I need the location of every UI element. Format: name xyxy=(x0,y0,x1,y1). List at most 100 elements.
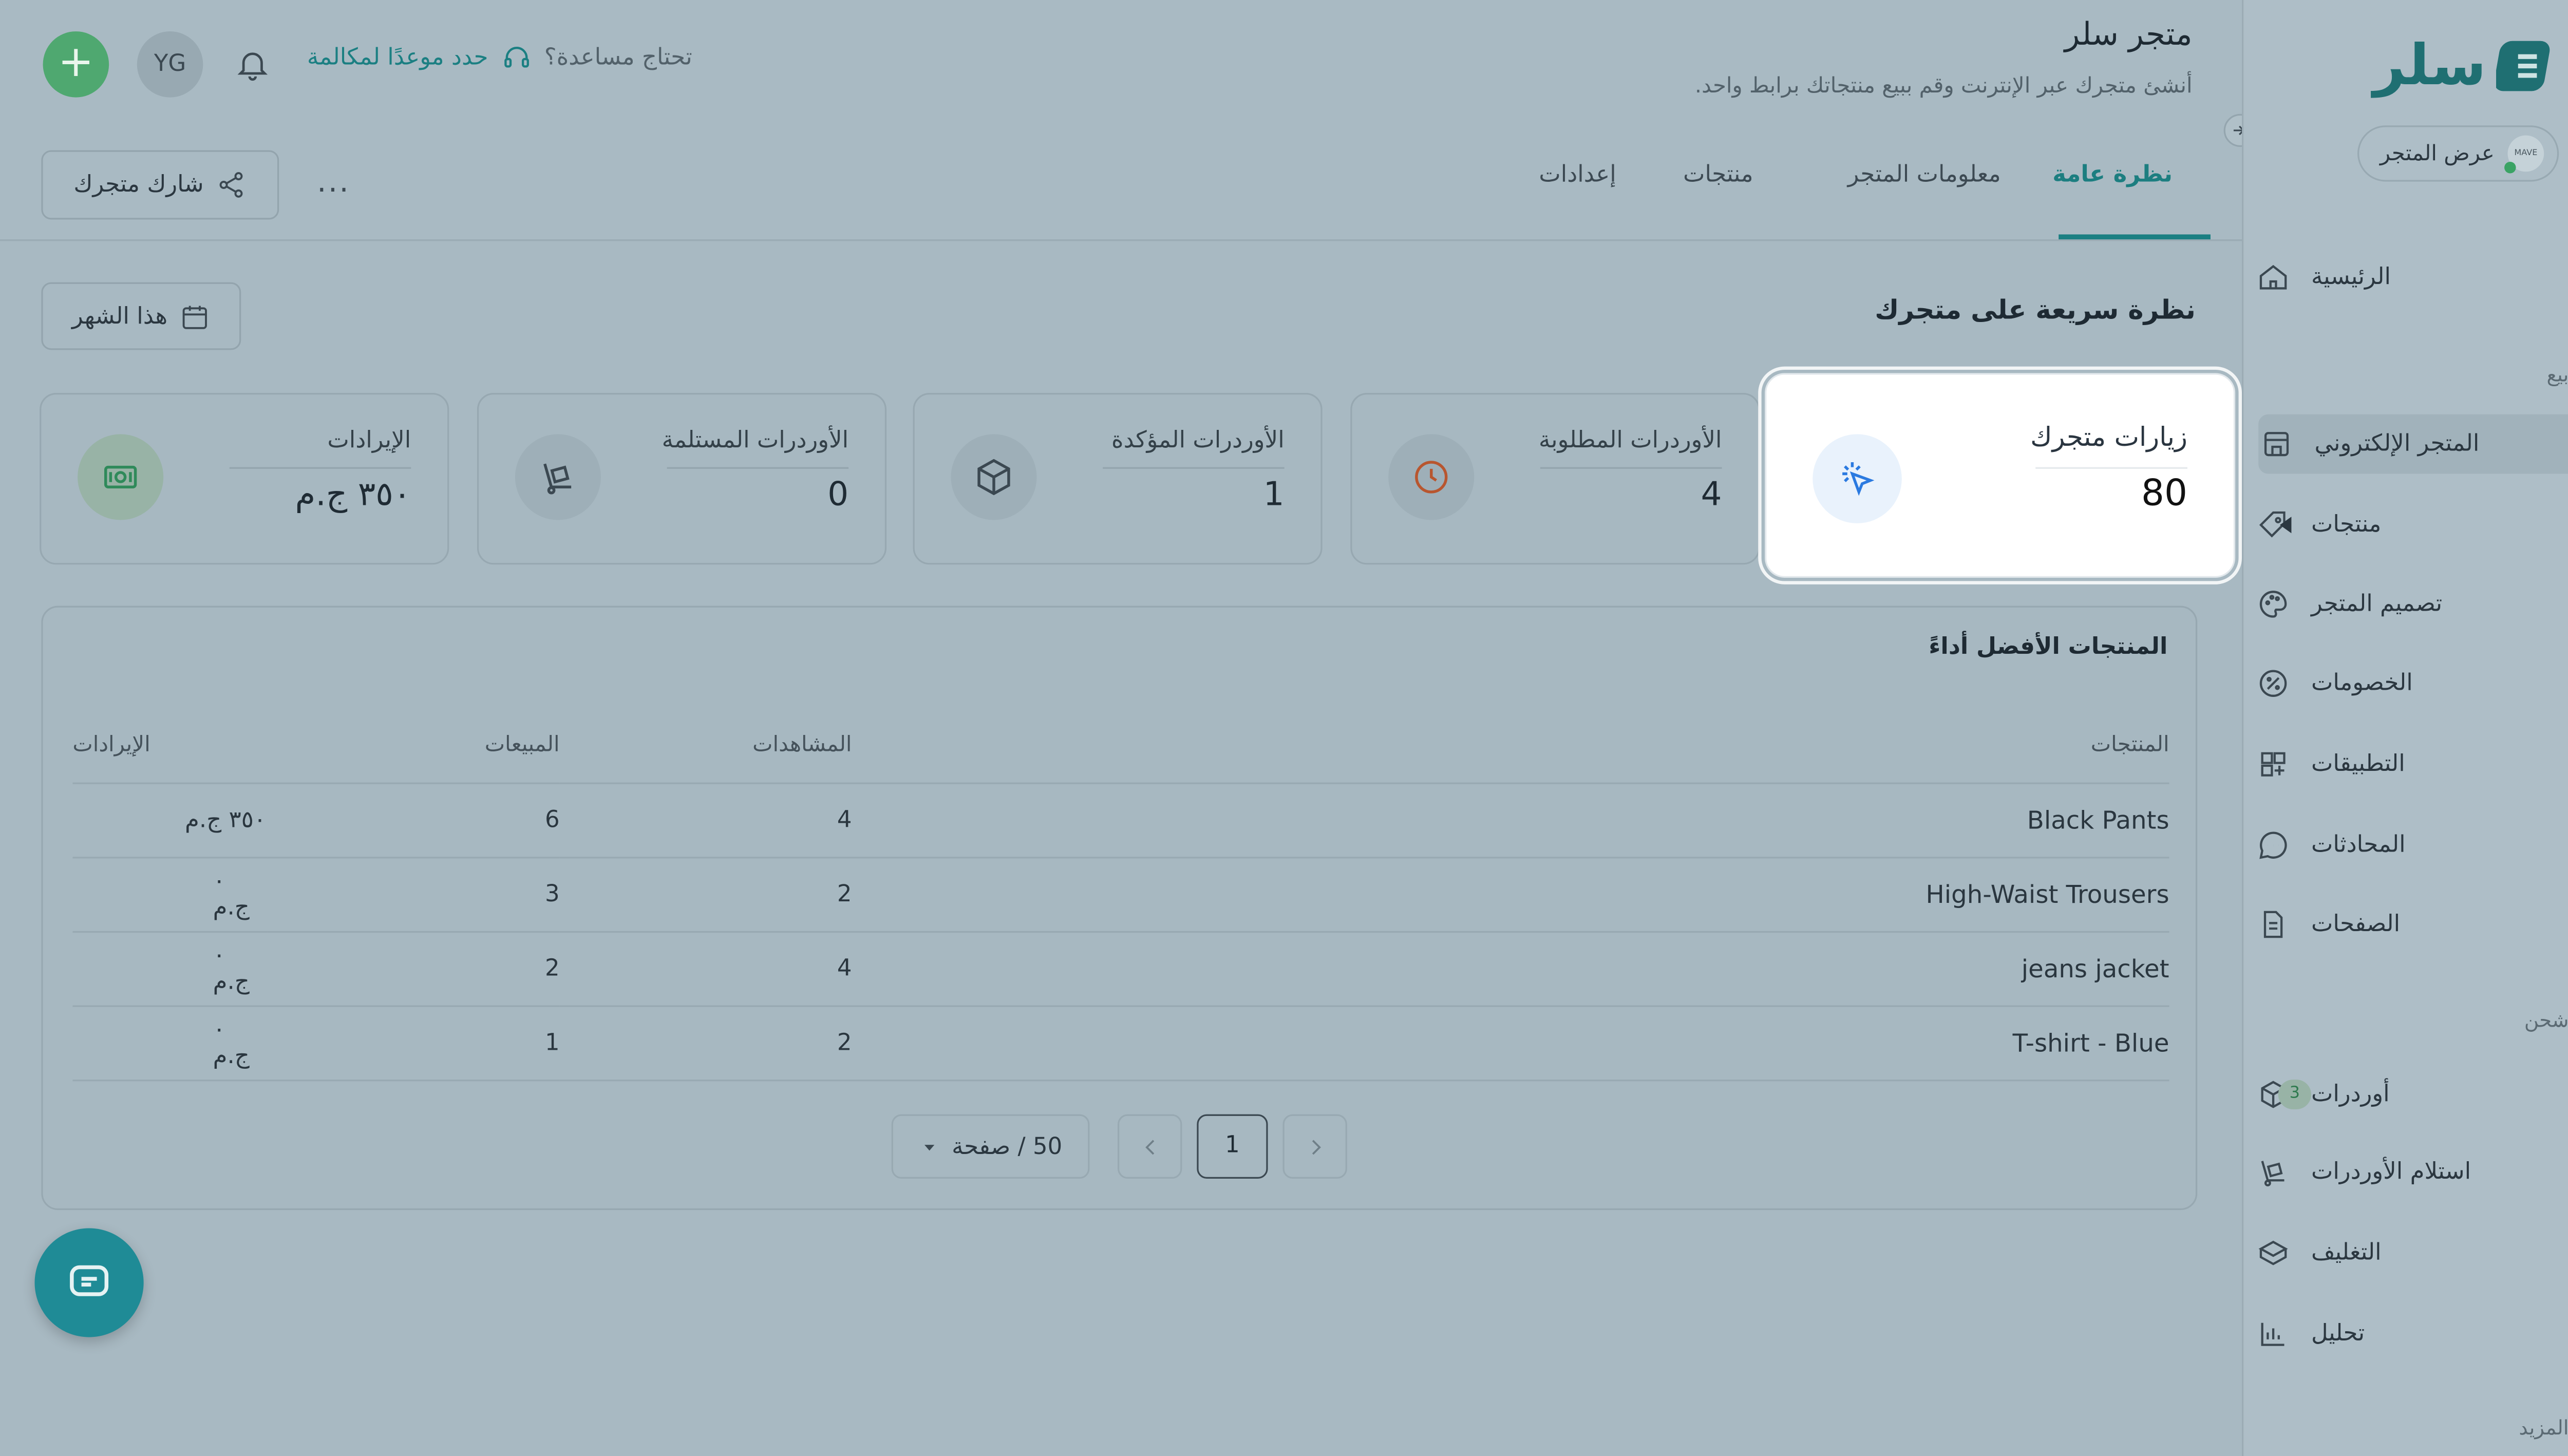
stat-value: ٣٥٠ ج.م xyxy=(295,474,411,514)
sidebar-item-label: أوردرات xyxy=(2311,1081,2390,1108)
headset-icon xyxy=(501,43,531,73)
stat-card-visits[interactable]: زيارات متجرك 80 xyxy=(1765,373,2236,578)
sidebar-item-store-design[interactable]: تصميم المتجر xyxy=(2255,575,2553,634)
stat-value: 80 xyxy=(2141,474,2187,515)
store-icon xyxy=(2258,426,2295,462)
sidebar: سلر MAVE عرض المتجر الرئيسية بيع المتجر … xyxy=(2242,0,2568,1456)
sidebar-item-receive-orders[interactable]: استلام الأوردرات xyxy=(2255,1142,2553,1202)
tab-products[interactable]: منتجات xyxy=(1683,162,1753,188)
add-button[interactable]: + xyxy=(43,31,109,98)
next-page-button[interactable] xyxy=(1282,1114,1347,1179)
dolly-icon xyxy=(515,434,601,520)
col-views: المشاهدات xyxy=(752,733,852,759)
table-row[interactable]: ٣٥٠ ج.م 6 4 Black Pants xyxy=(72,781,2169,857)
sidebar-item-analytics[interactable]: تحليل xyxy=(2255,1304,2553,1364)
sidebar-item-home[interactable]: الرئيسية xyxy=(2255,248,2553,307)
sidebar-section-shipping: شحن xyxy=(2524,1008,2568,1032)
table-row[interactable]: ٠ ج.م 3 2 High-Waist Trousers xyxy=(72,856,2169,931)
cell-revenue: ٠ ج.م xyxy=(72,1004,268,1081)
page-number-button[interactable]: 1 xyxy=(1197,1114,1268,1179)
tab-overview[interactable]: نظرة عامة xyxy=(2052,162,2173,188)
sidebar-item-packaging[interactable]: التغليف xyxy=(2255,1223,2553,1283)
clock-icon xyxy=(1388,434,1475,520)
chevron-right-icon xyxy=(1311,1139,1320,1154)
cell-views: 2 xyxy=(559,856,852,931)
cell-revenue: ٠ ج.م xyxy=(72,856,268,931)
user-avatar[interactable]: YG xyxy=(137,31,203,98)
sidebar-item-label: المتجر الإلكتروني xyxy=(2314,430,2480,458)
more-options-button[interactable]: ... xyxy=(317,165,350,200)
sidebar-section-more: المزيد xyxy=(2519,1416,2568,1440)
share-store-label: شارك متجرك xyxy=(73,172,204,198)
share-store-button[interactable]: شارك متجرك xyxy=(41,150,279,220)
stat-card-requested[interactable]: الأوردرات المطلوبة 4 xyxy=(1350,393,1760,565)
box-icon xyxy=(951,434,1037,520)
tab-store-info[interactable]: معلومات المتجر xyxy=(1848,162,2001,188)
cash-icon xyxy=(78,434,164,520)
cell-revenue: ٠ ج.م xyxy=(72,930,268,1006)
help-area: تحتاج مساعدة؟ حدد موعدًا لمكالمة xyxy=(307,43,692,73)
sidebar-item-pages[interactable]: الصفحات xyxy=(2255,895,2553,954)
col-sales: المبيعات xyxy=(484,733,560,759)
sidebar-item-apps[interactable]: التطبيقات xyxy=(2255,734,2553,794)
sidebar-item-label: التطبيقات xyxy=(2311,751,2405,778)
stat-title: الأوردرات المؤكدة xyxy=(1111,427,1285,454)
view-store-button[interactable]: MAVE عرض المتجر xyxy=(2357,125,2559,182)
sidebar-item-discounts[interactable]: الخصومات xyxy=(2255,654,2553,713)
overview-title: نظرة سريعة على متجرك xyxy=(1875,294,2196,326)
sidebar-item-label: المحادثات xyxy=(2311,832,2406,859)
page-subtitle: أنشئ متجرك عبر الإنترنت وقم ببيع منتجاتك… xyxy=(1694,74,2193,99)
bell-icon[interactable] xyxy=(234,46,271,83)
sidebar-item-chats[interactable]: المحادثات xyxy=(2255,816,2553,875)
brand-logo: سلر xyxy=(2373,33,2559,99)
store-avatar-text: MAVE xyxy=(2514,148,2538,159)
sidebar-item-online-store[interactable]: المتجر الإلكتروني xyxy=(2258,414,2568,474)
caret-left-icon[interactable] xyxy=(2279,517,2292,534)
package-icon xyxy=(2255,1235,2292,1271)
top-products-title: المنتجات الأفضل أداءً xyxy=(1929,634,2168,660)
cell-views: 4 xyxy=(559,781,852,857)
tab-settings[interactable]: إعدادات xyxy=(1539,162,1616,188)
stat-card-revenue[interactable]: الإيرادات ٣٥٠ ج.م xyxy=(40,393,449,565)
table-row[interactable]: ٠ ج.م 1 2 T-shirt - Blue xyxy=(72,1004,2169,1081)
sidebar-item-label: استلام الأوردرات xyxy=(2311,1159,2471,1185)
col-product: المنتجات xyxy=(2090,733,2169,759)
stat-card-confirmed[interactable]: الأوردرات المؤكدة 1 xyxy=(913,393,1323,565)
tab-active-indicator xyxy=(2059,234,2211,240)
cell-product: High-Waist Trousers xyxy=(852,856,2169,931)
cell-sales: 2 xyxy=(267,930,560,1006)
page-size-select[interactable]: 50 / صفحة xyxy=(891,1114,1090,1179)
orders-count-badge: 3 xyxy=(2278,1080,2312,1110)
stat-title: زيارات متجرك xyxy=(2030,421,2187,452)
sidebar-item-label: الخصومات xyxy=(2311,670,2413,697)
sidebar-item-label: تحليل xyxy=(2311,1320,2365,1347)
page-icon xyxy=(2255,906,2292,943)
top-products-table: الإيرادات المبيعات المشاهدات المنتجات ٣٥… xyxy=(72,710,2169,1081)
stat-title: الإيرادات xyxy=(327,427,411,454)
stat-title: الأوردرات المطلوبة xyxy=(1538,427,1722,454)
view-store-label: عرض المتجر xyxy=(2380,141,2495,166)
store-avatar: MAVE xyxy=(2504,135,2544,174)
chat-bubble-icon xyxy=(2255,827,2292,863)
cell-product: jeans jacket xyxy=(852,930,2169,1006)
cell-product: Black Pants xyxy=(852,781,2169,857)
cell-sales: 1 xyxy=(267,1004,560,1081)
sidebar-item-label: منتجات xyxy=(2311,512,2382,538)
caret-down-icon xyxy=(919,1137,939,1157)
stat-card-received[interactable]: الأوردرات المستلمة 0 xyxy=(477,393,887,565)
prev-page-button[interactable] xyxy=(1118,1114,1182,1179)
period-label: هذا الشهر xyxy=(71,302,168,330)
table-row[interactable]: ٠ ج.م 2 4 jeans jacket xyxy=(72,930,2169,1006)
cell-sales: 3 xyxy=(267,856,560,931)
cell-views: 4 xyxy=(559,930,852,1006)
sidebar-item-label: الصفحات xyxy=(2311,911,2401,938)
period-selector[interactable]: هذا الشهر xyxy=(41,282,241,350)
cell-sales: 6 xyxy=(267,781,560,857)
schedule-call-link[interactable]: حدد موعدًا لمكالمة xyxy=(307,45,488,71)
cell-views: 2 xyxy=(559,1004,852,1081)
cursor-click-icon xyxy=(1812,434,1902,523)
sidebar-item-label: تصميم المتجر xyxy=(2311,591,2443,618)
chat-fab-button[interactable] xyxy=(34,1228,144,1337)
sidebar-item-products[interactable]: منتجات xyxy=(2255,495,2553,555)
cell-product: T-shirt - Blue xyxy=(852,1004,2169,1081)
